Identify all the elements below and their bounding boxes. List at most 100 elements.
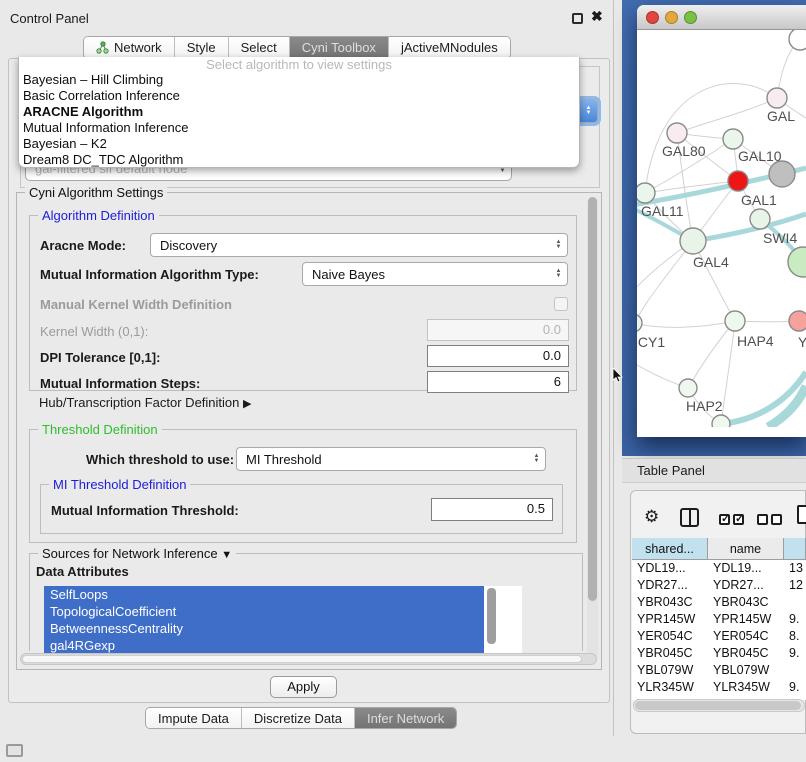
tab-infer-network[interactable]: Infer Network (355, 708, 456, 728)
list-scrollbar[interactable] (487, 588, 496, 644)
table-cell (784, 662, 806, 679)
mi-type-value: Naive Bayes (312, 267, 385, 282)
attribute-item[interactable]: BetweennessCentrality (44, 620, 484, 637)
network-window-titlebar[interactable] (637, 5, 806, 30)
node-table[interactable]: shared... name YDL19...YDL19...13YDR27..… (632, 538, 806, 700)
table-cell: YLR345W (632, 679, 708, 696)
deselect-all-columns-icon[interactable] (757, 512, 785, 530)
column-header-shared-name[interactable]: shared... (632, 538, 708, 559)
apply-button[interactable]: Apply (270, 676, 337, 698)
scrollbar-thumb[interactable] (22, 655, 582, 663)
mac-zoom-button[interactable] (684, 11, 697, 24)
node-swi4[interactable] (750, 209, 770, 229)
table-row[interactable]: YBR045CYBR045C9. (632, 645, 806, 662)
attribute-item[interactable]: TopologicalCoefficient (44, 603, 484, 620)
node-hap4[interactable] (725, 311, 745, 331)
column-header-name[interactable]: name (708, 538, 784, 559)
node-gal11[interactable] (637, 183, 655, 203)
table-row[interactable]: YBL079WYBL079W (632, 662, 806, 679)
table-row[interactable]: YER054CYER054C8. (632, 628, 806, 645)
table-cell: YBL079W (708, 662, 784, 679)
tab-jactivemnodules[interactable]: jActiveMNodules (389, 37, 510, 58)
network-canvas[interactable]: GALGAL80GAL10GAL1GAL11SWI4GAL4GCY1HAP4YH… (637, 30, 806, 427)
tab-style[interactable]: Style (175, 37, 229, 58)
aracne-mode-value: Discovery (160, 238, 217, 253)
hub-definition-section[interactable]: Hub/Transcription Factor Definition ▶ (39, 395, 251, 410)
table-row[interactable]: YDL19...YDL19...13 (632, 560, 806, 577)
mi-threshold-field[interactable]: 0.5 (431, 498, 553, 521)
table-row[interactable]: YPR145WYPR145W9. (632, 611, 806, 628)
mi-steps-field[interactable]: 6 (427, 371, 569, 393)
node-hap2[interactable] (679, 379, 697, 397)
expand-right-icon[interactable]: ▶ (243, 398, 251, 410)
table-cell: YDL19... (708, 560, 784, 577)
table-cell: YPR145W (632, 611, 708, 628)
node-gcy1[interactable] (637, 314, 642, 332)
export-table-icon[interactable] (797, 505, 806, 524)
hub-definition-label: Hub/Transcription Factor Definition (39, 395, 239, 410)
mi-type-combo[interactable]: Naive Bayes ▲▼ (302, 262, 568, 286)
mac-close-button[interactable] (646, 11, 659, 24)
dpi-tolerance-field[interactable]: 0.0 (427, 345, 569, 367)
which-threshold-combo[interactable]: MI Threshold ▲▼ (236, 447, 546, 471)
node-gal4[interactable] (680, 228, 706, 254)
dropdown-item[interactable]: Dream8 DC_TDC Algorithm (19, 152, 579, 168)
node[interactable] (769, 161, 795, 187)
node-gal10[interactable] (723, 129, 743, 149)
node-gal80[interactable] (667, 123, 687, 143)
manual-kernel-checkbox[interactable] (554, 297, 568, 311)
table-row[interactable]: YLR345WYLR345W9. (632, 679, 806, 696)
table-row[interactable]: YDR27...YDR27...12 (632, 577, 806, 594)
close-panel-icon[interactable]: ✖ (591, 8, 603, 25)
settings-group-title: Cyni Algorithm Settings (25, 185, 167, 200)
tab-network[interactable]: Network (84, 37, 175, 58)
column-header-partial[interactable] (784, 538, 806, 559)
sources-title[interactable]: Sources for Network Inference ▼ (38, 546, 236, 561)
mi-threshold-title: MI Threshold Definition (49, 477, 190, 492)
mi-threshold-group: MI Threshold Definition Mutual Informati… (40, 484, 563, 534)
tab-discretize-data[interactable]: Discretize Data (242, 708, 355, 728)
node[interactable] (788, 247, 806, 277)
threshold-definition-group: Threshold Definition Which threshold to … (29, 429, 577, 543)
select-all-columns-icon[interactable]: ✓✓ (719, 512, 747, 530)
dropdown-item[interactable]: ARACNE Algorithm (19, 104, 579, 120)
tab-impute-data[interactable]: Impute Data (146, 708, 242, 728)
node-gal[interactable] (767, 88, 787, 108)
attribute-item[interactable]: gal4RGexp (44, 637, 484, 654)
dropdown-item[interactable]: Mutual Information Inference (19, 120, 579, 136)
node-y[interactable] (789, 311, 806, 331)
split-pane-icon[interactable] (680, 508, 699, 527)
network-view-window[interactable]: GALGAL80GAL10GAL1GAL11SWI4GAL4GCY1HAP4YH… (637, 5, 806, 437)
aracne-mode-combo[interactable]: Discovery ▲▼ (150, 233, 568, 257)
mac-minimize-button[interactable] (665, 11, 678, 24)
control-panel-tabs: Network Style Select Cyni Toolbox jActiv… (83, 36, 511, 59)
node-gal1[interactable] (728, 171, 748, 191)
table-row[interactable]: YBR043CYBR043C (632, 594, 806, 611)
kernel-width-field[interactable]: 0.0 (427, 319, 569, 341)
settings-horizontal-scrollbar[interactable] (20, 653, 597, 665)
manual-kernel-label: Manual Kernel Width Definition (40, 297, 232, 312)
tab-select[interactable]: Select (229, 37, 290, 58)
aracne-mode-label: Aracne Mode: (40, 238, 126, 253)
combo-arrows-icon: ▲▼ (550, 263, 567, 285)
scrollbar-thumb[interactable] (588, 197, 597, 601)
data-attributes-list[interactable]: SelfLoopsTopologicalCoefficientBetweenne… (44, 586, 522, 658)
float-panel-icon[interactable] (572, 13, 583, 24)
settings-vertical-scrollbar[interactable] (587, 197, 598, 659)
table-cell: 9. (784, 611, 806, 628)
tab-discretize-data-label: Discretize Data (254, 711, 342, 726)
attribute-item[interactable]: SelfLoops (44, 586, 484, 603)
gear-icon[interactable]: ⚙ (644, 507, 659, 527)
dropdown-item[interactable]: Basic Correlation Inference (19, 88, 579, 104)
dropdown-item[interactable]: Bayesian – K2 (19, 136, 579, 152)
tab-jactivemnodules-label: jActiveMNodules (401, 40, 498, 55)
node[interactable] (789, 30, 806, 50)
table-horizontal-scrollbar[interactable] (633, 699, 805, 712)
node-label: GAL11 (641, 203, 684, 219)
dropdown-item[interactable]: Bayesian – Hill Climbing (19, 72, 579, 88)
node[interactable] (712, 415, 730, 427)
collapsed-panel-icon[interactable] (6, 744, 23, 757)
collapse-down-icon[interactable]: ▼ (221, 549, 232, 561)
tab-cyni-toolbox[interactable]: Cyni Toolbox (290, 37, 389, 58)
scrollbar-thumb[interactable] (635, 701, 801, 710)
